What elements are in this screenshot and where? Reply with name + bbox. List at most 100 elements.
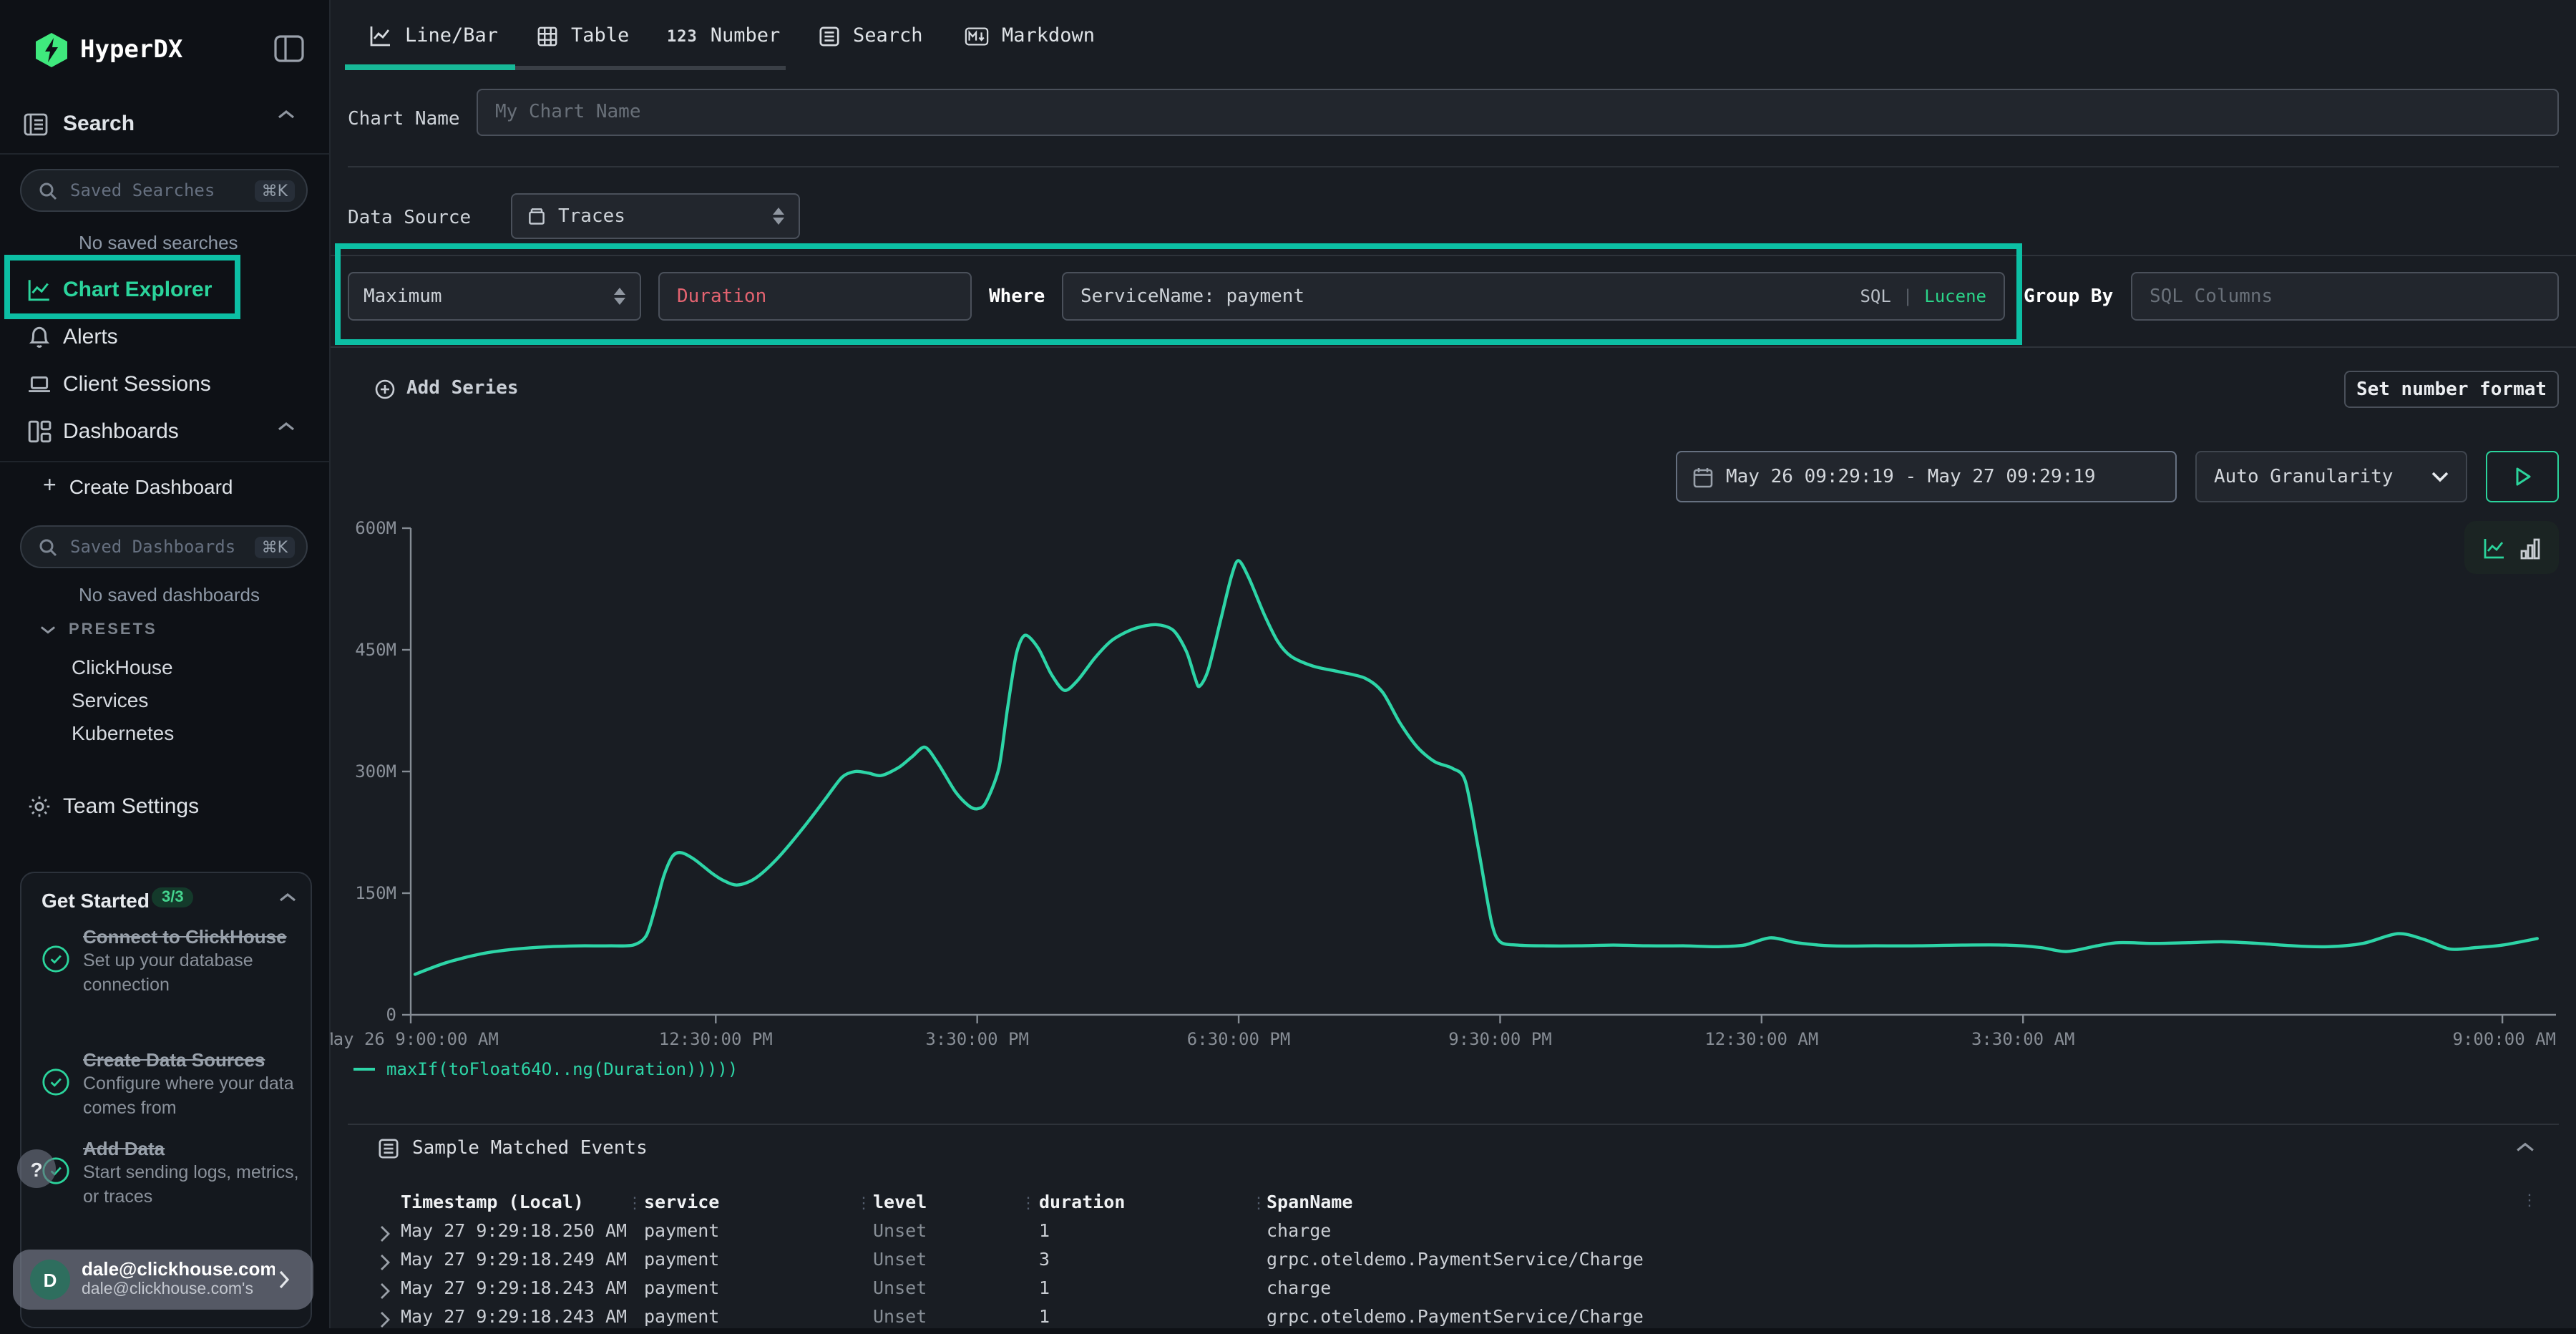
- granularity-select[interactable]: Auto Granularity: [2195, 451, 2467, 502]
- table-menu-icon[interactable]: ⋮: [2522, 1191, 2537, 1209]
- x-axis-tick-label: 9:00:00 AM: [2453, 1029, 2557, 1049]
- sidebar-item-alerts[interactable]: Alerts: [0, 313, 329, 361]
- table-cell: charge: [1267, 1219, 1331, 1241]
- line-chart-icon: [26, 277, 52, 303]
- sidebar-item-label: Chart Explorer: [63, 278, 212, 302]
- table-cell: grpc.oteldemo.PaymentService/Charge: [1267, 1248, 1644, 1270]
- x-axis-tick-label: 3:30:00 PM: [925, 1029, 1029, 1049]
- column-header[interactable]: duration: [1039, 1191, 1125, 1212]
- x-axis-tick-label: 12:30:00 PM: [659, 1029, 773, 1049]
- table-cell: payment: [644, 1219, 719, 1241]
- legend-swatch: [353, 1068, 375, 1071]
- table-row[interactable]: May 27 9:29:18.243 AMpaymentUnset1grpc.o…: [329, 1305, 2576, 1334]
- get-started-step[interactable]: Create Data SourcesConfigure where your …: [42, 1048, 299, 1121]
- collapse-sidebar-icon[interactable]: [273, 34, 305, 63]
- column-header[interactable]: level: [873, 1191, 927, 1212]
- sidebar-section-search[interactable]: Search: [0, 100, 329, 147]
- data-source-icon: [527, 206, 547, 226]
- column-header[interactable]: SpanName: [1267, 1191, 1352, 1212]
- column-header[interactable]: service: [644, 1191, 719, 1212]
- expand-row-icon[interactable]: [379, 1254, 391, 1271]
- preset-clickhouse[interactable]: ClickHouse: [72, 656, 173, 678]
- chart-legend[interactable]: maxIf(toFloat64O..ng(Duration))))): [353, 1059, 738, 1079]
- divider: [0, 153, 329, 155]
- dashboards-grid-icon: [26, 419, 52, 444]
- expand-row-icon[interactable]: [379, 1282, 391, 1300]
- column-resize-handle[interactable]: ⋮: [856, 1194, 872, 1212]
- sidebar-item-client-sessions[interactable]: Client Sessions: [0, 361, 329, 408]
- tab-number[interactable]: 123Number: [667, 17, 780, 54]
- aggregation-value: Maximum: [364, 286, 614, 307]
- chevron-up-icon[interactable]: [279, 892, 296, 903]
- sidebar-item-dashboards[interactable]: Dashboards: [0, 408, 329, 455]
- table-cell: May 27 9:29:18.243 AM: [401, 1305, 627, 1327]
- tab-line-bar[interactable]: Line/Bar: [369, 17, 498, 54]
- y-axis-tick-label: 150M: [355, 883, 396, 903]
- divider: [348, 166, 2559, 167]
- events-title: Sample Matched Events: [412, 1138, 648, 1159]
- presets-toggle[interactable]: PRESETS: [40, 621, 157, 638]
- table-row[interactable]: May 27 9:29:18.250 AMpaymentUnset1charge: [329, 1219, 2576, 1248]
- user-menu[interactable]: D dale@clickhouse.com dale@clickhouse.co…: [13, 1250, 313, 1310]
- table-cell: May 27 9:29:18.250 AM: [401, 1219, 627, 1241]
- shortcut-badge: ⌘K: [255, 536, 295, 558]
- create-dashboard-button[interactable]: + Create Dashboard: [43, 475, 233, 498]
- column-header[interactable]: Timestamp (Local): [401, 1191, 584, 1212]
- tab-markdown[interactable]: Markdown: [965, 17, 1095, 54]
- chevron-up-icon: [278, 109, 295, 120]
- saved-dashboards-field[interactable]: [67, 535, 255, 558]
- list-icon: [378, 1138, 399, 1159]
- help-button[interactable]: ?: [17, 1149, 56, 1188]
- table-row[interactable]: May 27 9:29:18.243 AMpaymentUnset1charge: [329, 1277, 2576, 1305]
- date-range-picker[interactable]: May 26 09:29:19 - May 27 09:29:19: [1676, 451, 2177, 502]
- chevron-down-icon: [40, 624, 56, 636]
- group-by-field[interactable]: [2132, 286, 2557, 307]
- chart-name-field[interactable]: [478, 102, 2557, 123]
- expand-row-icon[interactable]: [379, 1311, 391, 1328]
- table-cell: Unset: [873, 1277, 927, 1298]
- column-resize-handle[interactable]: ⋮: [1251, 1194, 1267, 1212]
- run-query-button[interactable]: [2486, 451, 2559, 502]
- hyperdx-app: HyperDX Search ⌘K: [0, 0, 2576, 1328]
- help-label: ?: [30, 1157, 42, 1180]
- hyperdx-logo-icon: [33, 31, 70, 69]
- data-source-select[interactable]: Traces: [511, 193, 800, 239]
- get-started-step[interactable]: Add DataStart sending logs, metrics, or …: [42, 1136, 299, 1209]
- check-circle-icon: [42, 945, 70, 973]
- saved-searches-field[interactable]: [67, 179, 255, 202]
- field-input[interactable]: Duration: [658, 272, 972, 321]
- set-number-format-button[interactable]: Set number format: [2344, 371, 2559, 408]
- saved-searches-input[interactable]: ⌘K: [20, 169, 308, 212]
- duration-line-chart[interactable]: 0150M300M450M600MMay 26 9:00:00 AM12:30:…: [329, 508, 2576, 1098]
- lucene-toggle[interactable]: Lucene: [1924, 286, 1986, 306]
- preset-services[interactable]: Services: [72, 688, 148, 711]
- collapse-events-icon[interactable]: [2516, 1141, 2534, 1154]
- sidebar-item-label: Alerts: [63, 325, 118, 349]
- preset-kubernetes[interactable]: Kubernetes: [72, 721, 174, 744]
- chart-name-input[interactable]: [477, 89, 2559, 136]
- add-series-button[interactable]: Add Series: [375, 378, 519, 399]
- tab-table[interactable]: Table: [537, 17, 629, 54]
- select-chevrons-icon: [773, 208, 784, 225]
- table-row[interactable]: May 27 9:29:18.249 AMpaymentUnset3grpc.o…: [329, 1248, 2576, 1277]
- group-by-input[interactable]: [2131, 272, 2559, 321]
- y-axis-tick-label: 450M: [355, 640, 396, 660]
- data-source-value: Traces: [558, 205, 773, 227]
- tab-search[interactable]: Search: [819, 17, 923, 54]
- sidebar-item-chart-explorer[interactable]: Chart Explorer: [0, 266, 329, 313]
- aggregation-select[interactable]: Maximum: [348, 272, 641, 321]
- shortcut-badge: ⌘K: [255, 180, 295, 201]
- sidebar-item-label: Team Settings: [63, 794, 199, 819]
- column-resize-handle[interactable]: ⋮: [1020, 1194, 1036, 1212]
- get-started-step[interactable]: Connect to ClickHouseSet up your databas…: [42, 925, 299, 998]
- column-resize-handle[interactable]: ⋮: [627, 1194, 643, 1212]
- divider: [0, 461, 329, 462]
- sidebar-item-label: Client Sessions: [63, 372, 211, 396]
- sql-toggle[interactable]: SQL: [1860, 286, 1890, 306]
- expand-row-icon[interactable]: [379, 1225, 391, 1242]
- sidebar-item-team-settings[interactable]: Team Settings: [0, 783, 329, 830]
- where-input[interactable]: ServiceName: payment SQL | Lucene: [1062, 272, 2005, 321]
- saved-dashboards-input[interactable]: ⌘K: [20, 525, 308, 568]
- data-source-label: Data Source: [348, 208, 471, 229]
- step-title: Connect to ClickHouse: [83, 925, 299, 949]
